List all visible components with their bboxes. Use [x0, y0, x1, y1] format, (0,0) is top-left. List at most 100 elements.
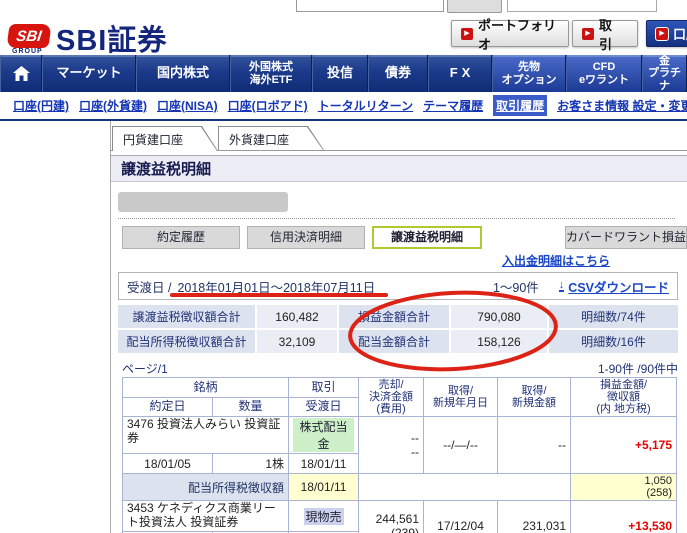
summary-table: 譲渡益税徴収額合計 160,482 損益金額合計 790,080 明細数/74件…	[118, 305, 678, 353]
sbi-logo-text: SBI	[15, 27, 43, 45]
nav-market[interactable]: マーケット	[42, 55, 136, 92]
trade-button-label: 取 引	[599, 17, 613, 52]
summary-value: 160,482	[257, 305, 337, 328]
profit-loss-value: +5,175	[570, 416, 678, 475]
nav-futures-options[interactable]: 先物 オプション	[492, 55, 566, 92]
col-header-execution-date: 約定日	[122, 396, 213, 418]
tab-yen-account-label: 円貨建口座	[123, 133, 184, 147]
trade-button[interactable]: ▶ 取 引	[572, 18, 638, 52]
csv-download-link[interactable]: CSVダウンロード	[568, 277, 669, 296]
download-icon: ↓	[558, 278, 565, 292]
sub-nav: 口座(円建) 口座(外貨建) 口座(NISA) 口座(ロボアド) トータルリター…	[0, 92, 687, 121]
execution-history-button[interactable]: 約定履歴	[122, 226, 240, 249]
col-header-sell-amount: 売却/ 決済金額 (費用)	[358, 376, 425, 418]
col-header-trade: 取引	[288, 377, 360, 398]
col-header-profit-loss: 損益金額/ 徴収額 (内 地方税)	[570, 376, 678, 418]
margin-settlement-button[interactable]: 信用決済明細	[247, 226, 365, 249]
security-name: 3476 投資法人みらい 投資証券	[121, 416, 290, 455]
dividend-tax-settlement-date: 18/01/11	[288, 473, 360, 502]
col-header-acquisition-date: 取得/ 新規年月日	[423, 376, 499, 418]
profit-loss-value: +13,530	[570, 500, 678, 533]
dividend-tax-label: 配当所得税徴収額	[121, 473, 290, 502]
sell-amount: 244,561 (239)	[358, 500, 425, 533]
covered-warrant-button[interactable]: カバードワラント損益	[565, 226, 687, 249]
content-left-border	[110, 121, 111, 533]
arrow-icon: ▶	[655, 26, 669, 41]
subnav-theme-history[interactable]: テーマ履歴	[423, 97, 483, 114]
tab-foreign-account-label: 外貨建口座	[229, 133, 290, 147]
red-underline-annotation	[170, 293, 388, 297]
summary-value: 32,109	[257, 330, 337, 353]
summary-value: 790,080	[451, 305, 547, 328]
settlement-date: 18/01/11	[288, 453, 360, 475]
dividend-tax-amount: 1,050 (258)	[570, 473, 678, 502]
summary-detail: 明細数/16件	[549, 330, 678, 353]
nav-cfd-warrant[interactable]: CFD eワラント	[566, 55, 642, 92]
trade-type-badge: 現物売	[303, 507, 344, 525]
header-search-button[interactable]	[447, 0, 502, 13]
nav-fx[interactable]: FX	[428, 55, 492, 92]
empty-cell	[358, 473, 572, 502]
subnav-account-yen[interactable]: 口座(円建)	[13, 97, 69, 114]
acquisition-date: 17/12/04	[423, 500, 499, 533]
arrow-icon: ▶	[582, 27, 594, 40]
subnav-total-return[interactable]: トータルリターン	[318, 97, 413, 114]
nav-funds[interactable]: 投信	[312, 55, 368, 92]
dotted-divider	[118, 218, 675, 219]
summary-label: 配当金額合計	[339, 330, 449, 353]
trade-type-cell: 現物売	[288, 500, 360, 533]
page-indicator: ページ/1	[122, 362, 168, 376]
subnav-account-roboad[interactable]: 口座(ロボアド)	[228, 97, 308, 114]
nav-gold-platinum[interactable]: 金 プラチナ	[642, 55, 687, 92]
col-header-settlement-date: 受渡日	[288, 396, 360, 418]
trade-type-cell: 株式配当金	[288, 416, 360, 455]
trade-type-badge: 株式配当金	[293, 418, 355, 453]
acquisition-amount: --	[497, 416, 572, 475]
redacted-user-info	[118, 192, 288, 212]
tax-detail-table: 銘柄 取引 売却/ 決済金額 (費用) 取得/ 新規年月日 取得/ 新規金額 損…	[121, 376, 678, 533]
subnav-customer-settings[interactable]: お客さま情報 設定・変更	[557, 97, 687, 114]
summary-detail: 明細数/74件	[549, 305, 678, 328]
portfolio-button[interactable]: ▶ ポートフォリオ	[451, 18, 569, 52]
summary-label: 損益金額合計	[339, 305, 449, 328]
summary-value: 158,126	[451, 330, 547, 353]
acquisition-date: --/—/--	[423, 416, 499, 475]
sbi-group-label: GROUP	[12, 48, 43, 55]
arrow-icon: ▶	[461, 27, 473, 40]
subnav-account-nisa[interactable]: 口座(NISA)	[157, 97, 218, 114]
home-icon	[12, 66, 30, 81]
summary-label: 譲渡益税徴収額合計	[118, 305, 255, 328]
quantity: 1株	[211, 453, 290, 475]
result-count: 1～90件	[492, 280, 539, 295]
capital-gains-tax-button-active[interactable]: 譲渡益税明細	[372, 226, 482, 249]
tab-foreign-account[interactable]: 外貨建口座	[218, 126, 324, 150]
col-header-security: 銘柄	[121, 377, 290, 398]
filter-label: 受渡日 /	[127, 280, 172, 295]
nav-domestic-stock[interactable]: 国内株式	[136, 55, 230, 92]
tab-yen-account[interactable]: 円貨建口座	[112, 126, 218, 151]
account-button[interactable]: ▶ 口座	[646, 20, 687, 47]
sbi-logo: SBI	[6, 24, 52, 48]
nav-foreign-stock-etf[interactable]: 外国株式 海外ETF	[230, 55, 312, 92]
range-indicator: 1-90件 /90件中	[597, 362, 678, 376]
portfolio-button-label: ポートフォリオ	[478, 17, 557, 52]
sell-amount: -- --	[358, 416, 425, 475]
acquisition-amount: 231,031	[497, 500, 572, 533]
header-secondary-input[interactable]	[507, 0, 657, 12]
subnav-trade-history[interactable]: 取引履歴	[493, 95, 548, 116]
account-button-label: 口座	[673, 27, 687, 42]
page-title: 譲渡益税明細	[111, 155, 687, 182]
main-nav: マーケット 国内株式 外国株式 海外ETF 投信 債券 FX 先物 オプション …	[0, 55, 687, 92]
sbi-securities-page: SBI GROUP SBI証券 ▶ ポートフォリオ ▶ 取 引 ▶ 口座 マーケ…	[0, 0, 687, 533]
nav-home[interactable]	[0, 55, 42, 92]
deposit-withdrawal-link[interactable]: 入出金明細はこちら	[502, 252, 610, 269]
header-search-input[interactable]	[296, 0, 444, 12]
execution-date: 18/01/05	[122, 453, 213, 475]
col-header-quantity: 数量	[211, 396, 290, 418]
security-name: 3453 ケネディクス商業リート投資法人 投資証券	[121, 500, 290, 533]
summary-label: 配当所得税徴収額合計	[118, 330, 255, 353]
col-header-acquisition-amount: 取得/ 新規金額	[497, 376, 572, 418]
brand-title: SBI証券	[56, 25, 168, 57]
subnav-account-foreign[interactable]: 口座(外貨建)	[79, 97, 147, 114]
nav-bonds[interactable]: 債券	[368, 55, 428, 92]
